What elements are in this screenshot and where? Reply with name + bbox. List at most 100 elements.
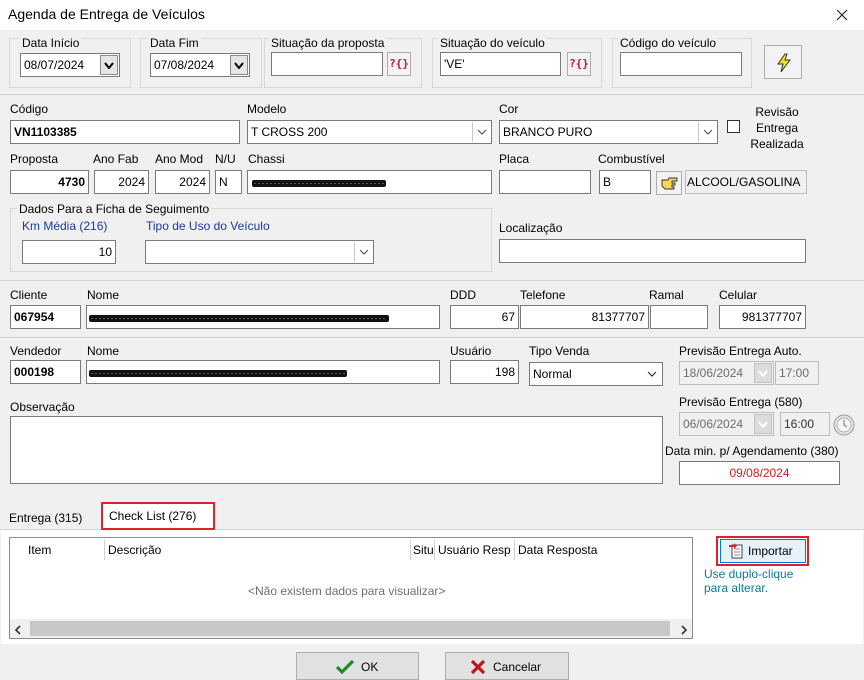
title-bar: Agenda de Entrega de Veículos [0, 0, 864, 30]
previsao-label: Previsão Entrega (580) [679, 395, 803, 409]
km-media-label: Km Média (216) [22, 219, 108, 233]
cliente-field[interactable]: 067954 [10, 305, 81, 329]
tab-check-list[interactable]: Check List (276) [101, 502, 215, 530]
ramal-field[interactable] [650, 305, 708, 329]
ficha-title: Dados Para a Ficha de Seguimento [17, 202, 212, 216]
divider [0, 337, 864, 338]
combustivel-lookup-button[interactable] [656, 171, 682, 195]
vendedor-nome-field[interactable] [86, 360, 440, 384]
observacao-label: Observação [10, 400, 75, 414]
chevron-down-icon [754, 363, 772, 383]
pointing-hand-icon [661, 177, 679, 193]
previsao-auto-label: Previsão Entrega Auto. [679, 344, 802, 358]
codigo-label: Código [10, 102, 49, 116]
grid-header-cell[interactable]: Usuário Resp [438, 543, 514, 557]
clock-icon[interactable] [832, 413, 856, 437]
localizacao-field[interactable] [499, 239, 806, 263]
placa-field[interactable] [499, 170, 591, 194]
chevron-down-icon [754, 414, 772, 434]
data-fim-field[interactable]: 07/08/2024 [150, 53, 250, 77]
situacao-veiculo-lookup-button[interactable]: ?{} [567, 52, 591, 76]
grid-header-cell[interactable]: Item [28, 543, 51, 557]
km-media-field[interactable]: 10 [22, 240, 116, 264]
hint-text: Use duplo-clique para alterar. [704, 567, 794, 595]
importar-button[interactable]: Importar [720, 539, 806, 563]
window-title: Agenda de Entrega de Veículos [8, 6, 205, 22]
cancel-button[interactable]: Cancelar [445, 652, 569, 680]
scroll-right-icon[interactable] [680, 624, 688, 638]
divider [0, 94, 864, 95]
import-document-icon [728, 542, 744, 563]
localizacao-label: Localização [499, 221, 563, 235]
grid-header-cell[interactable]: Data Resposta [518, 543, 597, 557]
nu-label: N/U [215, 152, 236, 166]
cliente-label: Cliente [10, 288, 48, 302]
ok-button[interactable]: OK [296, 652, 419, 680]
telefone-label: Telefone [520, 288, 566, 302]
proposta-field[interactable]: 4730 [10, 170, 89, 194]
data-inicio-field[interactable]: 08/07/2024 [20, 53, 120, 77]
ano-fab-label: Ano Fab [93, 152, 139, 166]
chevron-down-icon[interactable] [100, 55, 118, 75]
horizontal-scrollbar[interactable] [10, 619, 692, 638]
combustivel-desc-field: ALCOOL/GASOLINA [685, 170, 807, 194]
modelo-label: Modelo [247, 102, 287, 116]
tab-check-list-label: Check List (276) [109, 509, 197, 523]
chevron-down-icon[interactable] [698, 122, 716, 142]
chassi-field[interactable] [247, 170, 492, 194]
previsao-date-field: 06/06/2024 [679, 412, 774, 436]
data-min-field[interactable]: 09/08/2024 [679, 461, 840, 485]
ok-label: OK [361, 660, 379, 674]
chevron-down-icon[interactable] [230, 55, 248, 75]
combustivel-field[interactable]: B [599, 170, 651, 194]
telefone-field[interactable]: 81377707 [520, 305, 649, 329]
observacao-field[interactable] [10, 416, 663, 484]
column-divider [410, 540, 411, 560]
combustivel-label: Combustível [598, 152, 665, 166]
situacao-proposta-field[interactable] [271, 52, 383, 76]
situacao-veiculo-label: Situação do veículo [438, 36, 547, 50]
scrollbar-thumb[interactable] [30, 621, 670, 636]
situacao-proposta-lookup-button[interactable]: ?{} [387, 52, 411, 76]
revisao-label: Revisão Entrega Realizada [750, 105, 804, 151]
tipo-venda-label: Tipo Venda [529, 344, 590, 358]
data-inicio-label: Data Início [20, 36, 82, 50]
nu-field[interactable]: N [215, 170, 242, 194]
scroll-left-icon[interactable] [14, 624, 22, 638]
chassi-redaction [252, 180, 386, 187]
grid-header-cell[interactable]: Situ [413, 543, 435, 557]
chassi-label: Chassi [248, 152, 285, 166]
cor-label: Cor [499, 102, 519, 116]
cor-select[interactable]: BRANCO PURO [499, 120, 718, 144]
celular-field[interactable]: 981377707 [719, 305, 806, 329]
chevron-down-icon[interactable] [472, 122, 490, 142]
cancel-x-icon [469, 659, 487, 678]
ramal-label: Ramal [649, 288, 684, 302]
proposta-label: Proposta [10, 152, 59, 166]
situacao-veiculo-field[interactable]: 'VE' [440, 52, 561, 76]
codigo-veiculo-field[interactable] [620, 52, 742, 76]
vendedor-nome-redaction [89, 370, 347, 377]
checklist-grid[interactable]: Item Descrição Situ Usuário Resp Data Re… [9, 537, 693, 639]
ano-mod-label: Ano Mod [155, 152, 204, 166]
close-icon[interactable] [832, 5, 852, 25]
search-button[interactable] [764, 45, 802, 79]
lookup-icon: ?{} [569, 57, 589, 70]
ano-fab-field[interactable]: 2024 [94, 170, 149, 194]
ddd-field[interactable]: 67 [450, 305, 519, 329]
column-divider [514, 540, 515, 560]
usuario-field[interactable]: 198 [450, 360, 519, 384]
chevron-down-icon[interactable] [354, 242, 372, 262]
grid-empty-text: <Não existem dados para visualizar> [248, 584, 446, 598]
tipo-venda-select[interactable]: Normal [529, 362, 663, 386]
chevron-down-icon[interactable] [643, 364, 661, 384]
tab-entrega[interactable]: Entrega (315) [9, 511, 82, 525]
ano-mod-field[interactable]: 2024 [155, 170, 210, 194]
modelo-select[interactable]: T CROSS 200 [247, 120, 492, 144]
vendedor-field[interactable]: 000198 [10, 360, 81, 384]
cliente-nome-field[interactable] [86, 305, 440, 329]
revisao-checkbox[interactable] [727, 120, 740, 133]
codigo-field[interactable]: VN1103385 [10, 120, 240, 144]
grid-header-cell[interactable]: Descrição [108, 543, 161, 557]
tipo-uso-select[interactable] [145, 240, 374, 264]
